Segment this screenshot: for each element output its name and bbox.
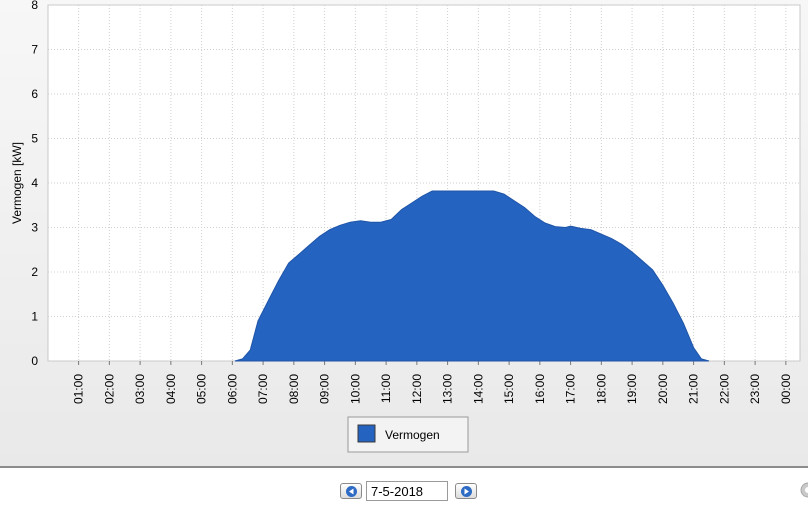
x-tick-label: 17:00: [564, 374, 578, 404]
legend-swatch-vermogen: [357, 424, 376, 443]
x-tick-label: 13:00: [441, 374, 455, 404]
x-tick-label: 06:00: [225, 374, 239, 404]
next-day-button[interactable]: [455, 483, 477, 499]
arrow-right-icon: [461, 486, 472, 497]
legend-label-vermogen: Vermogen: [385, 428, 440, 442]
x-tick-labels: 01:00 02:00 03:00 04:00 05:00 06:00 07:00 08:00…: [72, 374, 793, 404]
x-tick-label: 18:00: [594, 374, 608, 404]
y-tick-label: 3: [31, 221, 38, 235]
date-navigation-bar: [0, 468, 808, 508]
x-tick-label: 04:00: [164, 374, 178, 404]
arrow-left-icon: [346, 486, 357, 497]
x-tick-label: 22:00: [717, 374, 731, 404]
y-tick-label: 2: [31, 265, 38, 279]
x-tick-label: 15:00: [502, 374, 516, 404]
area-chart: 0 1 2 3 4 5 6 7 8 01:00 02:00 03:00 04:00 05:00 06:00…: [10, 0, 801, 453]
y-tick-label: 4: [31, 176, 38, 190]
x-tick-label: 20:00: [656, 374, 670, 404]
y-tick-labels: 0 1 2 3 4 5 6 7 8: [31, 0, 38, 368]
chart-panel: 0 1 2 3 4 5 6 7 8 01:00 02:00 03:00 04:00 05:00 06:00…: [0, 0, 808, 466]
x-tick-label: 16:00: [533, 374, 547, 404]
x-tick-label: 12:00: [410, 374, 424, 404]
x-tick-label: 07:00: [256, 374, 270, 404]
y-tick-label: 5: [31, 132, 38, 146]
gear-icon[interactable]: [796, 481, 808, 499]
x-tick-label: 08:00: [287, 374, 301, 404]
x-tick-label: 00:00: [779, 374, 793, 404]
x-tick-label: 10:00: [348, 374, 362, 404]
y-tick-label: 7: [31, 43, 38, 57]
previous-day-button[interactable]: [340, 483, 362, 499]
y-tick-label: 1: [31, 310, 38, 324]
x-tick-label: 02:00: [102, 374, 116, 404]
y-tick-label: 8: [31, 0, 38, 12]
x-tick-label: 05:00: [195, 374, 209, 404]
x-tick-label: 23:00: [748, 374, 762, 404]
date-input[interactable]: [366, 481, 448, 501]
y-axis-label: Vermogen [kW]: [10, 142, 24, 224]
x-tick-label: 03:00: [133, 374, 147, 404]
x-tick-label: 19:00: [625, 374, 639, 404]
x-tick-label: 14:00: [471, 374, 485, 404]
x-tick-label: 11:00: [379, 374, 393, 403]
y-tick-label: 0: [31, 354, 38, 368]
legend: Vermogen: [347, 416, 469, 453]
y-tick-label: 6: [31, 87, 38, 101]
x-tick-label: 21:00: [687, 374, 701, 404]
x-tick-label: 09:00: [318, 374, 332, 404]
x-tick-label: 01:00: [72, 374, 86, 404]
